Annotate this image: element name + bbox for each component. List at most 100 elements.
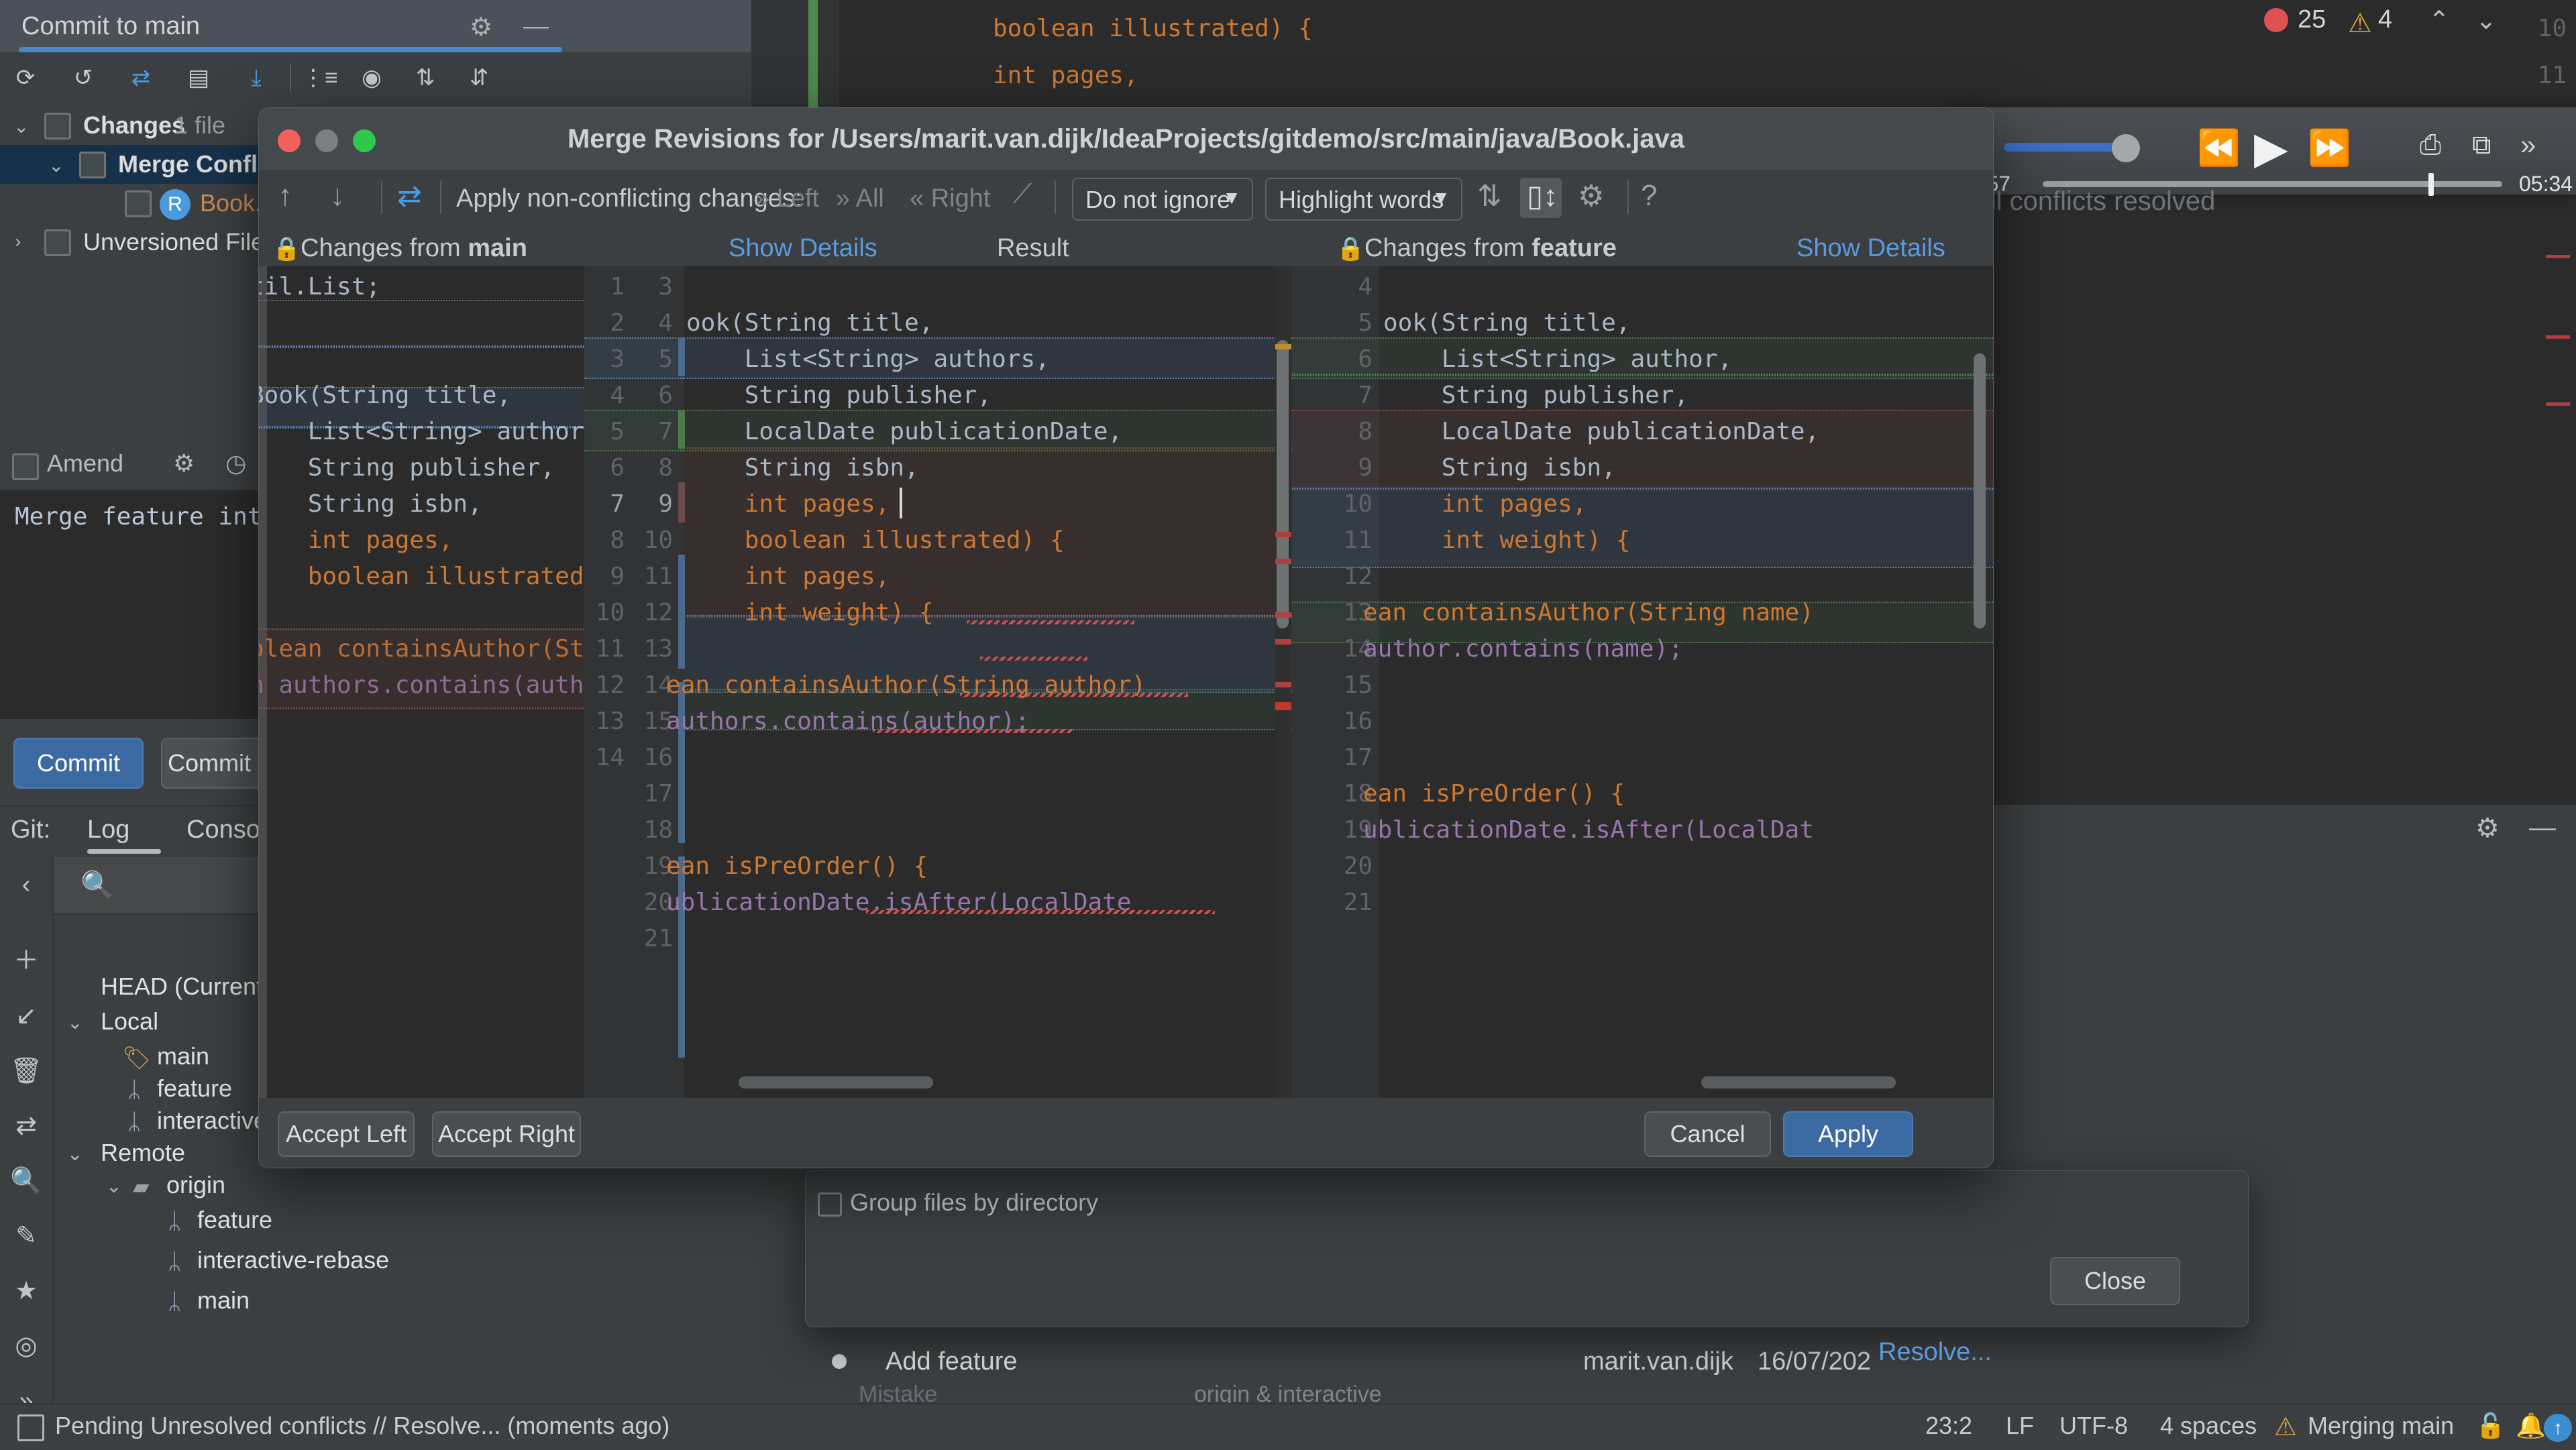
commit-message-history-icon[interactable]: ▤ bbox=[182, 62, 215, 94]
chevron-down-icon[interactable]: ⌄ bbox=[13, 115, 29, 137]
arrow-up-icon[interactable]: ↑ bbox=[278, 179, 292, 213]
right-diff-pane[interactable]: 4 5 6 7 8 9 10 11 12 13 14 15 16 17 18 1… bbox=[1292, 266, 1993, 1098]
left-show-details-link[interactable]: Show Details bbox=[729, 234, 877, 263]
favorite-icon[interactable]: ★ bbox=[9, 1274, 43, 1308]
checkout-icon[interactable]: ↙ bbox=[9, 999, 43, 1033]
horizontal-scrollbar[interactable] bbox=[739, 1076, 933, 1089]
group-by-icon[interactable]: ⋮≡ bbox=[302, 62, 338, 94]
collapse-unchanged-icon[interactable]: ⇅ bbox=[1477, 179, 1502, 213]
chevron-down-icon[interactable]: ⌄ bbox=[106, 1175, 121, 1197]
rollback-icon[interactable]: ↺ bbox=[67, 62, 99, 94]
resolve-link[interactable]: Resolve... bbox=[1878, 1338, 1992, 1367]
ignore-policy-combo[interactable]: Do not ignore ▼ bbox=[1072, 178, 1253, 221]
caret-position[interactable]: 23:2 bbox=[1925, 1412, 1972, 1440]
branch-origin-feature[interactable]: feature bbox=[197, 1206, 272, 1234]
minimize-icon[interactable]: — bbox=[523, 12, 549, 41]
settings-icon[interactable]: ◎ bbox=[9, 1329, 43, 1363]
checkbox[interactable] bbox=[79, 152, 106, 178]
apply-left-button[interactable]: » Left bbox=[755, 184, 819, 213]
next-problem-icon[interactable]: ⌄ bbox=[2475, 5, 2497, 36]
add-icon[interactable]: ＋ bbox=[9, 944, 43, 978]
commit-row[interactable]: Mistake origin & interactive bbox=[818, 1382, 2576, 1406]
gear-icon[interactable]: ⚙ bbox=[2475, 813, 2500, 844]
vcs-branch-widget[interactable]: Merging main bbox=[2308, 1412, 2454, 1440]
picture-in-picture-icon[interactable]: ⧉ bbox=[2472, 130, 2491, 160]
branch-origin-interactive-rebase[interactable]: interactive-rebase bbox=[197, 1246, 389, 1274]
apply-right-button[interactable]: « Right bbox=[910, 184, 990, 213]
branch-feature[interactable]: feature bbox=[157, 1074, 232, 1103]
change-marker[interactable] bbox=[678, 410, 685, 449]
volume-slider-knob[interactable] bbox=[2112, 134, 2140, 162]
change-marker[interactable] bbox=[678, 482, 685, 522]
history-icon[interactable]: ◷ bbox=[225, 449, 246, 478]
change-marker[interactable] bbox=[678, 555, 685, 669]
delete-icon[interactable]: 🗑 bbox=[9, 1054, 43, 1088]
commit-row[interactable]: Add feature marit.van.dijk 16/07/202 bbox=[818, 1338, 2576, 1385]
tab-log[interactable]: Log bbox=[87, 816, 129, 844]
branch-main[interactable]: main bbox=[157, 1042, 209, 1070]
scrollbar-thumb[interactable] bbox=[1277, 340, 1289, 628]
fast-forward-icon[interactable]: ⏩ bbox=[2308, 127, 2351, 168]
scrollbar-thumb[interactable] bbox=[1974, 353, 1986, 628]
player-scrubber-knob[interactable] bbox=[2428, 173, 2434, 196]
previous-problem-icon[interactable]: ⌃ bbox=[2428, 5, 2450, 36]
checkbox[interactable] bbox=[44, 113, 71, 140]
highlight-policy-combo[interactable]: Highlight words ▼ bbox=[1265, 178, 1462, 221]
bell-icon[interactable]: 🔔 bbox=[2516, 1412, 2546, 1440]
line-separator[interactable]: LF bbox=[2006, 1412, 2034, 1440]
checkbox[interactable] bbox=[44, 229, 71, 256]
rewind-icon[interactable]: ⏪ bbox=[2197, 127, 2241, 168]
left-diff-pane[interactable]: til.List; Book(String title, List<String… bbox=[259, 266, 584, 1098]
edit-icon[interactable]: ✎ bbox=[9, 1219, 43, 1253]
search-icon[interactable]: 🔍 bbox=[9, 1164, 43, 1198]
update-project-icon[interactable]: ⤓ bbox=[240, 62, 272, 94]
expand-all-icon[interactable]: ⇅ bbox=[409, 62, 441, 94]
right-show-details-link[interactable]: Show Details bbox=[1796, 234, 1945, 263]
close-button[interactable]: Close bbox=[2050, 1257, 2180, 1305]
status-message[interactable]: Pending Unresolved conflicts // Resolve.… bbox=[55, 1412, 669, 1440]
play-icon[interactable]: ▶ bbox=[2254, 122, 2288, 174]
preview-icon[interactable]: ◉ bbox=[356, 62, 388, 94]
gear-icon[interactable]: ⚙ bbox=[470, 12, 492, 42]
group-files-checkbox[interactable] bbox=[818, 1192, 842, 1217]
help-icon[interactable]: ? bbox=[1641, 179, 1657, 213]
airplay-icon[interactable]: ⎙ bbox=[2420, 130, 2441, 160]
branch-head[interactable]: HEAD (Current) bbox=[101, 972, 271, 1001]
collapse-icon[interactable]: ‹ bbox=[9, 868, 43, 901]
gear-icon[interactable]: ⚙ bbox=[173, 449, 195, 478]
change-marker[interactable] bbox=[678, 337, 685, 376]
minimize-icon[interactable]: — bbox=[2529, 813, 2556, 843]
change-marker[interactable] bbox=[678, 856, 685, 1058]
branch-group-remote[interactable]: Remote bbox=[101, 1139, 185, 1167]
change-marker[interactable] bbox=[678, 682, 685, 843]
gear-icon[interactable]: ⚙ bbox=[1578, 179, 1604, 213]
side-by-side-icon[interactable]: ▯↕ bbox=[1527, 179, 1558, 213]
file-encoding[interactable]: UTF-8 bbox=[2059, 1412, 2128, 1440]
chevron-down-icon[interactable]: ⌄ bbox=[67, 1011, 83, 1034]
arrow-down-icon[interactable]: ↓ bbox=[330, 179, 345, 213]
checkbox[interactable] bbox=[125, 190, 152, 217]
more-icon[interactable]: » bbox=[2520, 129, 2536, 161]
accept-left-button[interactable]: Accept Left bbox=[278, 1111, 415, 1157]
apply-non-conflicting-icon[interactable]: ⇄ bbox=[397, 179, 422, 213]
refresh-icon[interactable]: ⟳ bbox=[9, 62, 42, 94]
commit-button[interactable]: Commit bbox=[13, 738, 144, 789]
apply-all-button[interactable]: » All bbox=[836, 184, 884, 213]
chevron-down-icon[interactable]: ⌄ bbox=[67, 1143, 83, 1165]
apply-button[interactable]: Apply bbox=[1783, 1111, 1913, 1157]
event-log-icon[interactable] bbox=[17, 1414, 44, 1441]
show-diff-icon[interactable]: ⇄ bbox=[125, 62, 157, 94]
indent-setting[interactable]: 4 spaces bbox=[2160, 1412, 2257, 1440]
update-arrow-icon[interactable]: ↑ bbox=[2544, 1414, 2572, 1442]
branch-group-local[interactable]: Local bbox=[101, 1007, 158, 1036]
cancel-button[interactable]: Cancel bbox=[1644, 1111, 1771, 1157]
horizontal-scrollbar[interactable] bbox=[1701, 1076, 1896, 1089]
chevron-down-icon[interactable]: ⌄ bbox=[48, 154, 64, 176]
accept-right-button[interactable]: Accept Right bbox=[432, 1111, 581, 1157]
magic-resolve-icon[interactable]: ⟋ bbox=[1013, 179, 1032, 209]
unlock-icon[interactable]: 🔓 bbox=[2475, 1412, 2506, 1440]
branch-origin[interactable]: origin bbox=[166, 1171, 225, 1199]
branch-origin-main[interactable]: main bbox=[197, 1286, 250, 1315]
result-pane[interactable]: 1 2 3 4 5 6 7 8 9 10 11 12 13 14 3 4 5 6… bbox=[584, 266, 1292, 1098]
collapse-all-icon[interactable]: ⇵ bbox=[463, 62, 495, 94]
